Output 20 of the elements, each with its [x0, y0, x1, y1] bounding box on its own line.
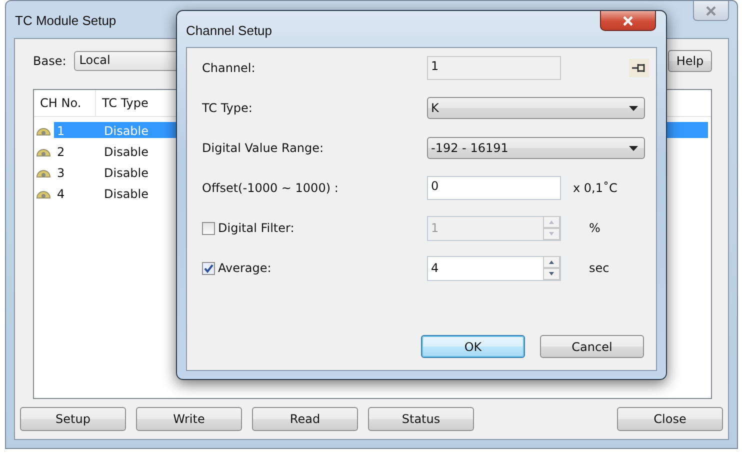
- table-cell-text: 2: [56, 144, 66, 160]
- table-cell-text: Disable: [103, 164, 150, 180]
- table-cell-text: Disable: [103, 144, 150, 160]
- field-label: Digital Value Range:: [202, 141, 324, 155]
- field-label: TC Type:: [202, 101, 252, 115]
- unit-label: %: [589, 221, 600, 235]
- field-label: Average:: [218, 261, 272, 275]
- field-label: Offset(-1000 ~ 1000) :: [202, 181, 338, 195]
- unit-label: x 0,1˚C: [573, 181, 618, 195]
- dialog-title: Channel Setup: [186, 23, 272, 38]
- base-label: Base:: [33, 54, 66, 68]
- table-cell-text: Disable: [103, 186, 150, 202]
- window-title: TC Module Setup: [15, 13, 116, 28]
- table-cell-text: 4: [56, 186, 66, 202]
- table-cell-text: 3: [56, 164, 66, 180]
- unit-label: sec: [589, 261, 610, 275]
- field-label: Digital Filter:: [218, 221, 294, 235]
- table-cell-text: 1: [56, 122, 66, 138]
- channel-field: 1: [427, 56, 561, 80]
- table-cell-text: Disable: [103, 122, 150, 138]
